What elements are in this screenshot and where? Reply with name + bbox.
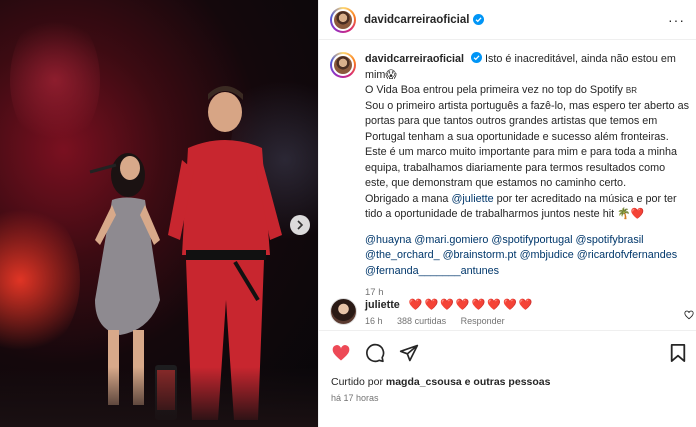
comment-text: ❤️❤️❤️❤️❤️❤️❤️❤️ [408,299,535,311]
comment-meta: 16 h 388 curtidas Responder [365,316,534,326]
post-header: davidcarreiraoficial ··· [319,0,696,40]
tag-link[interactable]: @spotifybrasil [576,234,644,246]
caption-line-2: O Vida Boa entrou pela primeira vez no t… [365,84,623,96]
liked-by-prefix: Curtido por [331,376,383,388]
comment-item: juliette ❤️❤️❤️❤️❤️❤️❤️❤️ 16 h 388 curti… [330,298,696,326]
performers-illustration [89,86,282,420]
verified-badge-icon [473,14,485,25]
stage-floor [0,367,318,427]
caption-line-3: Sou o primeiro artista português a fazê-… [365,99,690,143]
caption-username[interactable]: davidcarreiraoficial [365,53,464,65]
tag-link[interactable]: @huayna [365,234,411,246]
tag-link[interactable]: @the_orchard_ [365,249,440,261]
chevron-right-icon [297,220,304,230]
bookmark-icon[interactable] [669,343,687,363]
tag-link[interactable]: @fernanda_______antunes [365,265,499,277]
like-heart-icon[interactable] [331,343,351,363]
caption-author-avatar[interactable] [330,52,356,78]
caption-country-tag: BR [625,86,638,95]
caption-line-4: Este é um marco muito importante para mi… [365,146,678,189]
author-username[interactable]: davidcarreiraoficial [364,14,469,26]
post-actions-bar: Curtido por magda_csousa e outras pessoa… [319,330,696,427]
author-avatar[interactable] [330,6,356,33]
caption-line-5a: Obrigado a mana [365,192,449,205]
mention-link[interactable]: @juliette [451,193,493,205]
caption-tags: @huayna @mari.gomiero @spotifyportugal @… [365,233,690,280]
post-caption: davidcarreiraoficial Isto é inacreditáve… [330,52,690,301]
tag-link[interactable]: @mbjudice [520,249,574,261]
post-age: há 17 horas [331,393,379,403]
next-photo-button[interactable] [290,215,310,235]
tag-link[interactable]: @mari.gomiero [414,234,488,246]
more-options-icon[interactable]: ··· [668,12,685,28]
share-icon[interactable] [399,343,419,363]
post-photo[interactable] [0,0,318,427]
comment-likes[interactable]: 388 curtidas [397,316,446,326]
verified-badge-icon [471,52,483,63]
liked-by-user[interactable]: magda_csousa [386,376,462,388]
reply-button[interactable]: Responder [461,316,505,326]
tag-link[interactable]: @ricardofvfernandes [577,249,677,261]
comment-icon[interactable] [365,343,385,363]
liked-by-text: Curtido por magda_csousa e outras pessoa… [331,376,550,388]
commenter-avatar[interactable] [330,298,357,325]
commenter-username[interactable]: juliette [365,299,400,311]
liked-by-suffix[interactable]: e outras pessoas [465,376,551,388]
post-side-panel: davidcarreiraoficial ··· davidcarreiraof… [318,0,696,427]
comment-timestamp: 16 h [365,316,383,326]
tag-link[interactable]: @brainstorm.pt [443,249,517,261]
comment-like-icon[interactable] [684,310,694,320]
tag-link[interactable]: @spotifyportugal [491,234,572,246]
instagram-post: davidcarreiraoficial ··· davidcarreiraof… [0,0,696,427]
